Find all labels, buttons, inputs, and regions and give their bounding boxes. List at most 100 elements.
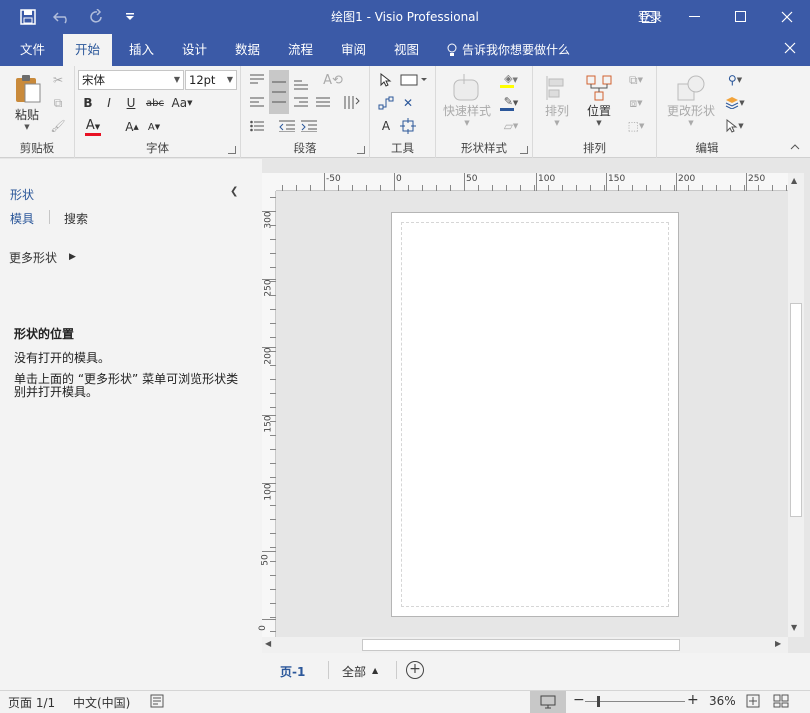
collapse-ribbon-icon[interactable]	[788, 140, 802, 154]
switch-windows-icon[interactable]	[773, 694, 789, 711]
rectangle-tool-icon[interactable]	[398, 70, 430, 90]
zoom-in-icon[interactable]: +	[687, 692, 699, 708]
minimize-icon[interactable]	[672, 0, 718, 34]
underline-icon[interactable]: U	[123, 94, 139, 112]
tab-search[interactable]: 搜索	[64, 210, 88, 227]
collapse-panel-icon[interactable]: ❮	[230, 186, 238, 197]
page-tab-1[interactable]: 页-1	[280, 663, 305, 680]
align-button[interactable]: 排列 ▼	[537, 72, 577, 128]
all-pages-button[interactable]: 全部 ▲	[342, 663, 378, 680]
layers-icon[interactable]: ▼	[721, 93, 749, 113]
scroll-down-icon[interactable]: ▼	[791, 623, 797, 632]
vertical-scrollbar[interactable]: ▲ ▼	[788, 173, 804, 637]
position-button[interactable]: 位置 ▼	[579, 72, 619, 128]
ruler-minor-tick	[270, 477, 276, 478]
connector-tool-icon[interactable]	[376, 93, 396, 113]
more-shapes-menu[interactable]: 更多形状 ▶	[9, 249, 76, 266]
zoom-out-icon[interactable]: −	[573, 692, 585, 708]
send-backward-icon[interactable]: ⬚ ▼	[621, 116, 651, 136]
tab-file[interactable]: 文件	[8, 34, 57, 66]
text-block-icon[interactable]	[398, 116, 418, 136]
zoom-slider-thumb[interactable]	[597, 696, 600, 707]
macro-record-icon[interactable]	[150, 694, 164, 711]
maximize-icon[interactable]	[718, 0, 764, 34]
font-name-combo[interactable]: 宋体 ▼	[78, 70, 184, 90]
format-painter-icon[interactable]: 🖌	[48, 116, 68, 136]
drawing-page[interactable]	[391, 212, 679, 617]
zoom-level[interactable]: 36%	[709, 694, 736, 708]
cut-icon[interactable]: ✂	[48, 70, 68, 90]
italic-icon[interactable]: I	[101, 94, 117, 112]
font-color-button[interactable]: A▼	[80, 116, 106, 138]
group-objects-icon[interactable]: ⧉ ▼	[621, 70, 651, 90]
close-icon[interactable]	[764, 0, 810, 34]
bring-forward-icon[interactable]: ⧈ ▼	[621, 93, 651, 113]
ruler-minor-tick	[270, 281, 276, 282]
ruler-minor-tick	[270, 435, 276, 436]
horizontal-scroll-thumb[interactable]	[362, 639, 680, 651]
drawing-canvas-area[interactable]: -50 0 50 100 150 200 250 300 250 200 150 100 50 0 ▲ …	[258, 159, 810, 690]
change-case-icon[interactable]: Aa ▼	[168, 94, 196, 112]
tab-stencils[interactable]: 模具	[10, 210, 34, 227]
tell-me-text: 告诉我你想要做什么	[462, 43, 571, 57]
bullets-icon[interactable]	[247, 116, 267, 136]
shrink-font-icon[interactable]: A ▼	[145, 118, 163, 136]
fit-page-icon[interactable]	[746, 694, 760, 711]
ruler-label: 200	[678, 174, 696, 184]
presentation-mode-icon[interactable]	[530, 691, 566, 713]
scroll-left-icon[interactable]: ◀	[265, 639, 271, 648]
align-bottom-icon[interactable]	[291, 74, 311, 94]
ruler-minor-tick	[270, 267, 276, 268]
language-status[interactable]: 中文(中国)	[73, 694, 130, 711]
quick-styles-button[interactable]: 快速样式 ▼	[440, 72, 494, 128]
font-dialog-launcher-icon[interactable]	[228, 146, 236, 154]
tab-process[interactable]: 流程	[276, 34, 325, 66]
shape-styles-dialog-launcher-icon[interactable]	[520, 146, 528, 154]
zoom-slider-track[interactable]	[585, 701, 685, 702]
text-tool-icon[interactable]: A	[376, 116, 396, 136]
tab-design[interactable]: 设计	[170, 34, 219, 66]
tab-view[interactable]: 视图	[382, 34, 431, 66]
change-shape-button[interactable]: 更改形状 ▼	[663, 72, 719, 128]
align-right-icon[interactable]	[291, 93, 311, 113]
copy-icon[interactable]: ⧉	[48, 93, 68, 113]
ruler-minor-tick	[270, 309, 276, 310]
tab-home[interactable]: 开始	[63, 34, 113, 66]
arrange-label: 排列	[544, 103, 569, 118]
add-page-icon[interactable]: +	[406, 661, 424, 679]
align-middle-icon[interactable]	[269, 70, 289, 114]
bold-icon[interactable]: B	[80, 94, 96, 112]
align-left-icon[interactable]	[247, 93, 267, 113]
effects-icon[interactable]: ▱ ▼	[496, 116, 526, 136]
tab-data[interactable]: 数据	[223, 34, 272, 66]
paragraph-dialog-launcher-icon[interactable]	[357, 146, 365, 154]
page-count[interactable]: 页面 1/1	[8, 694, 55, 711]
tell-me-box[interactable]: 告诉我你想要做什么	[446, 34, 570, 66]
align-top-icon[interactable]	[247, 70, 267, 90]
strikethrough-icon[interactable]: abc	[144, 94, 166, 112]
text-rotation-icon[interactable]	[341, 93, 363, 113]
pointer-tool-icon[interactable]	[376, 70, 396, 90]
connection-point-icon[interactable]: ✕	[398, 93, 418, 113]
tab-insert[interactable]: 插入	[117, 34, 166, 66]
fill-button[interactable]: ◈▼	[496, 70, 526, 90]
line-button[interactable]: ✎▼	[496, 93, 526, 113]
horizontal-scrollbar[interactable]: ◀ ▶	[262, 637, 788, 653]
justify-icon[interactable]	[313, 93, 333, 113]
scroll-up-icon[interactable]: ▲	[791, 176, 797, 185]
ruler-minor-tick	[772, 185, 773, 191]
paste-button[interactable]: 粘贴 ▼	[10, 72, 44, 132]
grow-font-icon[interactable]: A ▲	[123, 118, 141, 136]
find-icon[interactable]: ⚲ ▼	[721, 70, 749, 90]
tab-review[interactable]: 审阅	[329, 34, 378, 66]
increase-indent-icon[interactable]	[299, 116, 319, 136]
scroll-right-icon[interactable]: ▶	[775, 639, 781, 648]
text-direction-icon[interactable]: A⟲	[323, 70, 343, 90]
font-size-combo[interactable]: 12pt ▼	[185, 70, 237, 90]
ribbon-close-icon[interactable]	[784, 42, 796, 57]
ruler-minor-tick	[394, 185, 395, 191]
select-icon[interactable]: ▼	[721, 116, 749, 136]
ribbon-display-options-icon[interactable]	[626, 0, 672, 34]
decrease-indent-icon[interactable]	[277, 116, 297, 136]
vertical-scroll-thumb[interactable]	[790, 303, 802, 517]
